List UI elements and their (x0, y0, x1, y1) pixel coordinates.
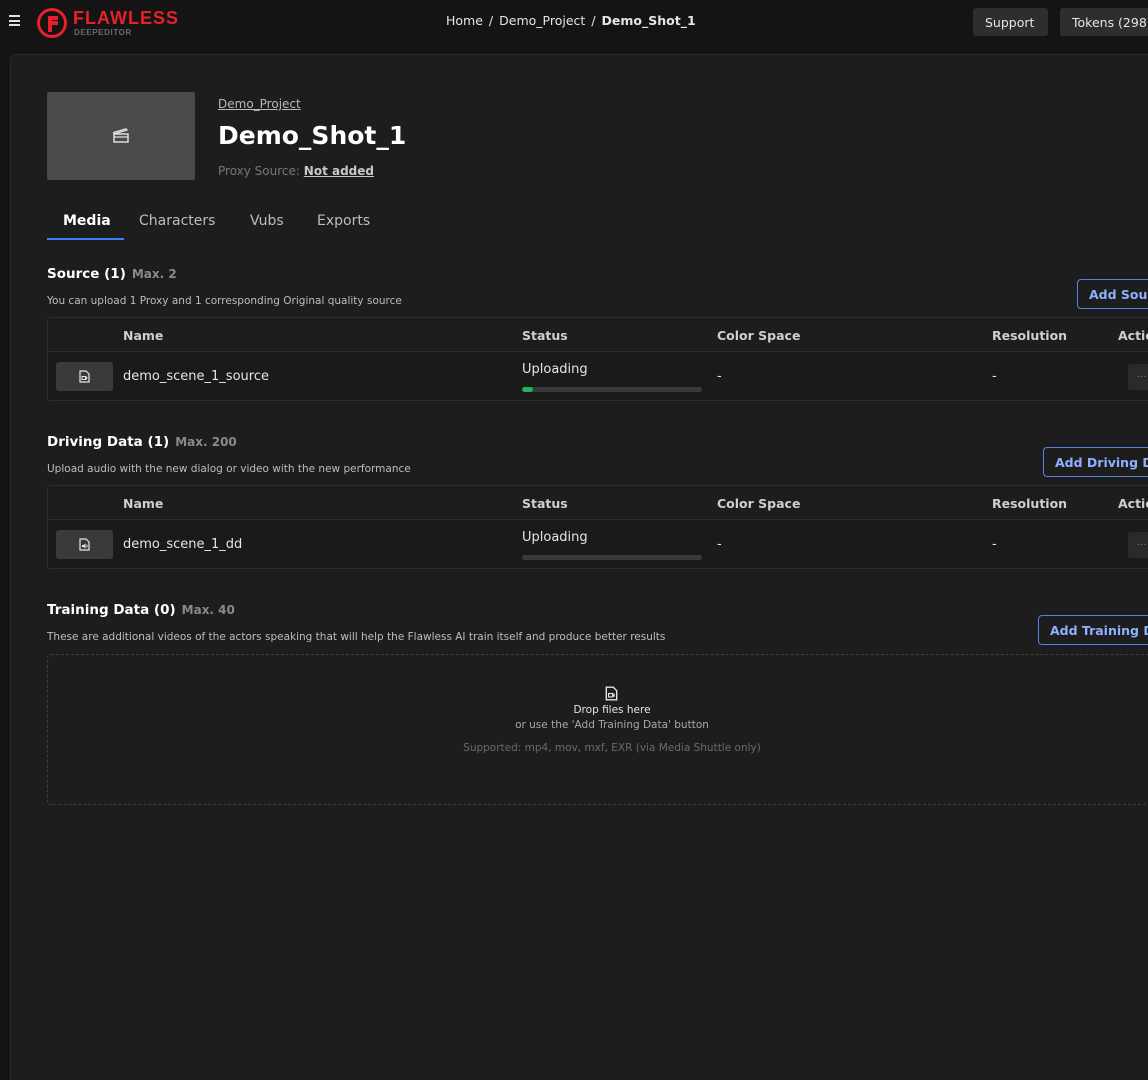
row-actions-button[interactable]: ... (1128, 532, 1148, 558)
support-button[interactable]: Support (973, 8, 1048, 36)
column-resolution: Resolution (992, 328, 1068, 343)
column-color-space: Color Space (717, 496, 801, 511)
column-name: Name (123, 496, 164, 511)
training-section-title: Training Data (0) Max. 40 (47, 602, 235, 618)
row-actions-button[interactable]: ... (1128, 364, 1148, 390)
breadcrumb-separator: / (488, 13, 494, 28)
training-max: Max. 40 (181, 603, 235, 617)
tab-media[interactable]: Media (63, 213, 111, 229)
training-description: These are additional videos of the actor… (47, 631, 666, 643)
tokens-button[interactable]: Tokens (298 (1060, 8, 1148, 36)
breadcrumb-current: Demo_Shot_1 (601, 13, 696, 28)
breadcrumb-home[interactable]: Home (446, 13, 483, 28)
add-training-data-button[interactable]: Add Training Da (1038, 615, 1148, 645)
column-resolution: Resolution (992, 496, 1068, 511)
project-link[interactable]: Demo_Project (218, 97, 301, 111)
table-header: Name Status Color Space Resolution Actio (48, 486, 1148, 520)
column-name: Name (123, 328, 164, 343)
logo-text: FLAWLESS (73, 8, 179, 28)
top-bar: FLAWLESS DEEPEDITOR Home / Demo_Project / De… (0, 0, 1148, 44)
driving-description: Upload audio with the new dialog or vide… (47, 463, 411, 475)
add-driving-data-button[interactable]: Add Driving Da (1043, 447, 1148, 477)
driving-max: Max. 200 (175, 435, 237, 449)
column-actions: Actio (1118, 496, 1148, 511)
drop-hint: or use the 'Add Training Data' button (515, 719, 709, 731)
resolution-value: - (992, 369, 997, 384)
proxy-source-line: Proxy Source: Not added (218, 164, 374, 178)
source-table: Name Status Color Space Resolution Actio… (47, 317, 1148, 401)
column-status: Status (522, 328, 568, 343)
upload-progress-bar (522, 555, 702, 560)
color-space-value: - (717, 537, 722, 552)
clapperboard-icon (113, 128, 129, 143)
driving-table: Name Status Color Space Resolution Actio… (47, 485, 1148, 569)
video-file-icon (79, 370, 90, 383)
logo-mark-icon (37, 8, 67, 38)
supported-formats: Supported: mp4, mov, mxf, EXR (via Media… (463, 742, 761, 754)
proxy-source-value[interactable]: Not added (304, 164, 374, 178)
audio-file-icon (79, 538, 90, 551)
file-name: demo_scene_1_dd (123, 537, 243, 552)
add-source-button[interactable]: Add Sour (1077, 279, 1148, 309)
tab-exports[interactable]: Exports (317, 213, 370, 229)
table-row[interactable]: demo_scene_1_source Uploading - - ... (48, 352, 1148, 401)
driving-section-title: Driving Data (1) Max. 200 (47, 434, 237, 450)
status-text: Uploading (522, 530, 588, 545)
breadcrumb-project[interactable]: Demo_Project (499, 13, 585, 28)
hamburger-icon[interactable] (9, 15, 20, 26)
driving-title-text: Driving Data (1) (47, 434, 170, 450)
shot-thumbnail (47, 92, 195, 180)
drop-title: Drop files here (573, 704, 651, 716)
resolution-value: - (992, 537, 997, 552)
table-header: Name Status Color Space Resolution Actio (48, 318, 1148, 352)
training-title-text: Training Data (0) (47, 602, 176, 618)
tab-vubs[interactable]: Vubs (250, 213, 284, 229)
status-text: Uploading (522, 362, 588, 377)
source-title-text: Source (1) (47, 266, 126, 282)
file-name: demo_scene_1_source (123, 369, 269, 384)
source-max: Max. 2 (131, 267, 177, 281)
breadcrumb-separator: / (591, 13, 596, 28)
table-row[interactable]: demo_scene_1_dd Uploading - - ... (48, 520, 1148, 569)
color-space-value: - (717, 369, 722, 384)
column-status: Status (522, 496, 568, 511)
video-file-icon (605, 686, 618, 701)
page-title: Demo_Shot_1 (218, 121, 407, 150)
upload-progress-bar (522, 387, 702, 392)
active-tab-indicator (47, 238, 124, 240)
proxy-source-label: Proxy Source: (218, 164, 300, 178)
source-description: You can upload 1 Proxy and 1 correspondi… (47, 295, 402, 307)
upload-progress-fill (522, 387, 533, 392)
column-actions: Actio (1118, 328, 1148, 343)
file-thumbnail (56, 530, 113, 559)
source-section-title: Source (1) Max. 2 (47, 266, 177, 282)
breadcrumb: Home / Demo_Project / Demo_Shot_1 (446, 13, 696, 28)
column-color-space: Color Space (717, 328, 801, 343)
tab-characters[interactable]: Characters (139, 213, 215, 229)
logo-subtext: DEEPEDITOR (74, 28, 132, 37)
training-drop-zone[interactable]: Drop files here or use the 'Add Training… (47, 654, 1148, 805)
file-thumbnail (56, 362, 113, 391)
